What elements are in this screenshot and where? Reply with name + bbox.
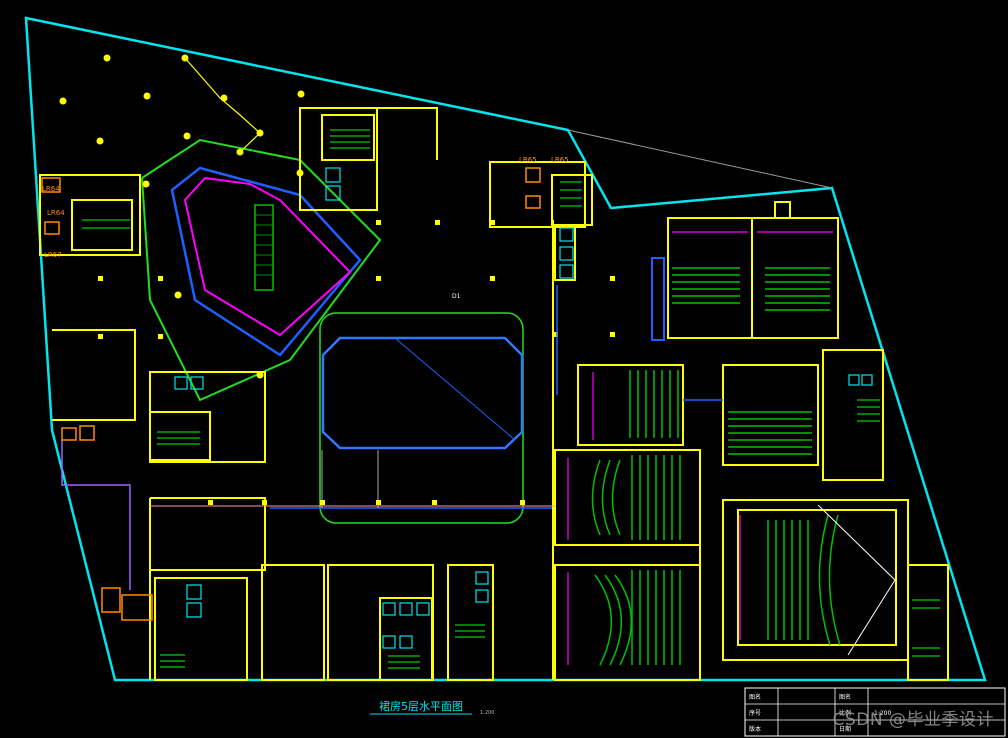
tb-cell-r0c0: 图名 <box>749 693 761 701</box>
drawing-title: 裙房5层水平面图 <box>379 700 463 713</box>
seat-block-a <box>672 267 740 304</box>
atrium-escalator <box>254 204 274 291</box>
escalator-treads <box>255 214 273 276</box>
void-diagonal <box>394 337 516 441</box>
tb-cell-r0c2: 图名 <box>839 693 851 701</box>
seat-block-e <box>631 455 681 540</box>
small-label: D1 <box>452 293 461 300</box>
central-void-blue <box>321 336 524 450</box>
seat-block-g <box>767 520 809 640</box>
curved-seating <box>591 459 841 666</box>
tb-cell-r1c0: 序号 <box>749 709 761 717</box>
room-tag-1: LR65 <box>519 156 537 164</box>
room-tag-5: LR67 <box>44 251 62 259</box>
stair-treads <box>82 129 940 669</box>
seat-block-d <box>728 411 812 455</box>
tb-cell-r2c0: 版本 <box>749 725 761 733</box>
blue-ramp <box>651 257 665 341</box>
yellow-walls <box>39 107 949 681</box>
light-wiring <box>184 57 261 153</box>
room-tag-2: LR65 <box>551 156 569 164</box>
cinema-seating <box>629 267 830 665</box>
central-void-outline-green <box>319 312 524 524</box>
green-corridor-wall <box>141 138 382 402</box>
title-scale: 1:200 <box>480 710 494 716</box>
seat-block-c <box>629 370 679 438</box>
equipment-rooms <box>41 167 541 621</box>
grey-guide-line <box>567 129 833 189</box>
room-tag-3: LR64 <box>47 209 65 217</box>
room-tag-4: LR64 <box>42 185 60 193</box>
watermark: CSDN @毕业季设计 <box>832 710 994 730</box>
seat-block-f <box>631 570 681 665</box>
floor-plan-drawing: LR65 LR65 LR64 LR64 LR67 D1 裙房5层水平面图 1:2… <box>24 16 1006 737</box>
seat-block-b <box>765 267 830 311</box>
cad-viewport: LR65 LR65 LR64 LR64 LR67 D1 裙房5层水平面图 1:2… <box>0 0 1008 738</box>
